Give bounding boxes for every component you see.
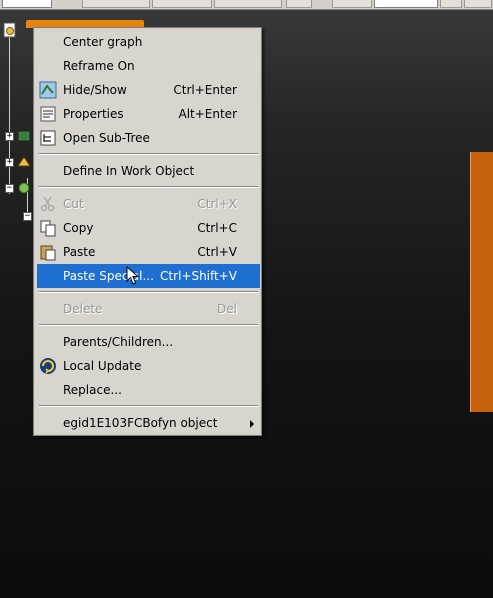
copy-icon: [40, 220, 56, 237]
top-toolbar: [0, 0, 493, 10]
constraint-icon[interactable]: [16, 154, 32, 170]
menu-item-center-graph[interactable]: Center graph: [37, 30, 260, 54]
hide-show-icon: [39, 81, 57, 99]
menu-item-shortcut: Alt+Enter: [178, 107, 237, 121]
expand-toggle[interactable]: +: [5, 158, 14, 167]
menu-item-shortcut: Ctrl+Enter: [173, 83, 237, 97]
menu-item-label: Local Update: [63, 359, 142, 373]
toolbar-button[interactable]: [332, 0, 372, 8]
properties-icon: [40, 106, 56, 122]
scissors-icon: [40, 196, 55, 212]
menu-item-label: Parents/Children...: [63, 335, 174, 349]
menu-item-properties[interactable]: Properties Alt+Enter: [37, 102, 260, 126]
menu-item-object-submenu[interactable]: egid1E103FCBofyn object: [37, 411, 260, 435]
context-menu: Center graph Reframe On Hide/Show Ctrl+E…: [33, 27, 262, 436]
menu-item-shortcut: Ctrl+Shift+V: [160, 269, 237, 283]
menu-item-parents-children[interactable]: Parents/Children...: [37, 330, 260, 354]
toolbar-button[interactable]: [152, 0, 212, 8]
local-update-icon: [40, 358, 56, 374]
component-icon[interactable]: [16, 128, 32, 144]
collapse-toggle[interactable]: −: [23, 212, 32, 221]
menu-item-label: Define In Work Object: [63, 164, 195, 178]
menu-item-local-update[interactable]: Local Update: [37, 354, 260, 378]
menu-item-shortcut: Ctrl+V: [197, 245, 237, 259]
toolbar-field[interactable]: [2, 0, 52, 8]
menu-separator: [39, 153, 258, 155]
orange-part-3d[interactable]: [470, 152, 493, 412]
menu-item-label: Replace...: [63, 383, 122, 397]
menu-item-label: Reframe On: [63, 59, 135, 73]
toolbar-button[interactable]: [214, 0, 282, 8]
menu-separator: [39, 324, 258, 326]
menu-item-label: Delete: [63, 302, 103, 316]
sub-tree-icon: [40, 130, 56, 146]
menu-item-label: Paste Special...: [63, 269, 154, 283]
menu-item-label: Copy: [63, 221, 94, 235]
toolbar-button[interactable]: [82, 0, 150, 8]
collapse-toggle[interactable]: −: [5, 184, 14, 193]
menu-item-delete: Delete Del: [37, 297, 260, 321]
menu-item-shortcut: Ctrl+C: [197, 221, 237, 235]
menu-item-shortcut: Ctrl+X: [197, 197, 237, 211]
menu-item-cut: Cut Ctrl+X: [37, 192, 260, 216]
menu-item-reframe-on[interactable]: Reframe On: [37, 54, 260, 78]
menu-item-paste[interactable]: Paste Ctrl+V: [37, 240, 260, 264]
gear-icon[interactable]: [16, 180, 32, 196]
menu-item-hide-show[interactable]: Hide/Show Ctrl+Enter: [37, 78, 260, 102]
toolbar-button[interactable]: [286, 0, 312, 8]
menu-item-label: Hide/Show: [63, 83, 127, 97]
menu-item-define-in-work-object[interactable]: Define In Work Object: [37, 159, 260, 183]
mouse-cursor-icon: [126, 266, 139, 285]
menu-item-label: Properties: [63, 107, 124, 121]
menu-item-shortcut: Del: [217, 302, 237, 316]
menu-separator: [39, 291, 258, 293]
expand-toggle[interactable]: +: [5, 132, 14, 141]
menu-separator: [39, 186, 258, 188]
menu-separator: [39, 405, 258, 407]
menu-item-copy[interactable]: Copy Ctrl+C: [37, 216, 260, 240]
menu-item-label: Paste: [63, 245, 96, 259]
chevron-right-icon: [250, 420, 254, 428]
toolbar-field[interactable]: [374, 0, 438, 8]
menu-item-paste-special[interactable]: Paste Special... Ctrl+Shift+V: [37, 264, 260, 288]
menu-item-label: Center graph: [63, 35, 143, 49]
paste-icon: [40, 245, 56, 261]
menu-item-label: Open Sub-Tree: [63, 131, 150, 145]
toolbar-button[interactable]: [440, 0, 462, 8]
menu-item-label: egid1E103FCBofyn object: [63, 416, 218, 430]
menu-item-replace[interactable]: Replace...: [37, 378, 260, 402]
menu-item-open-sub-tree[interactable]: Open Sub-Tree: [37, 126, 260, 150]
toolbar-button[interactable]: [464, 0, 492, 8]
product-root-icon[interactable]: [2, 22, 18, 38]
menu-item-label: Cut: [63, 197, 84, 211]
